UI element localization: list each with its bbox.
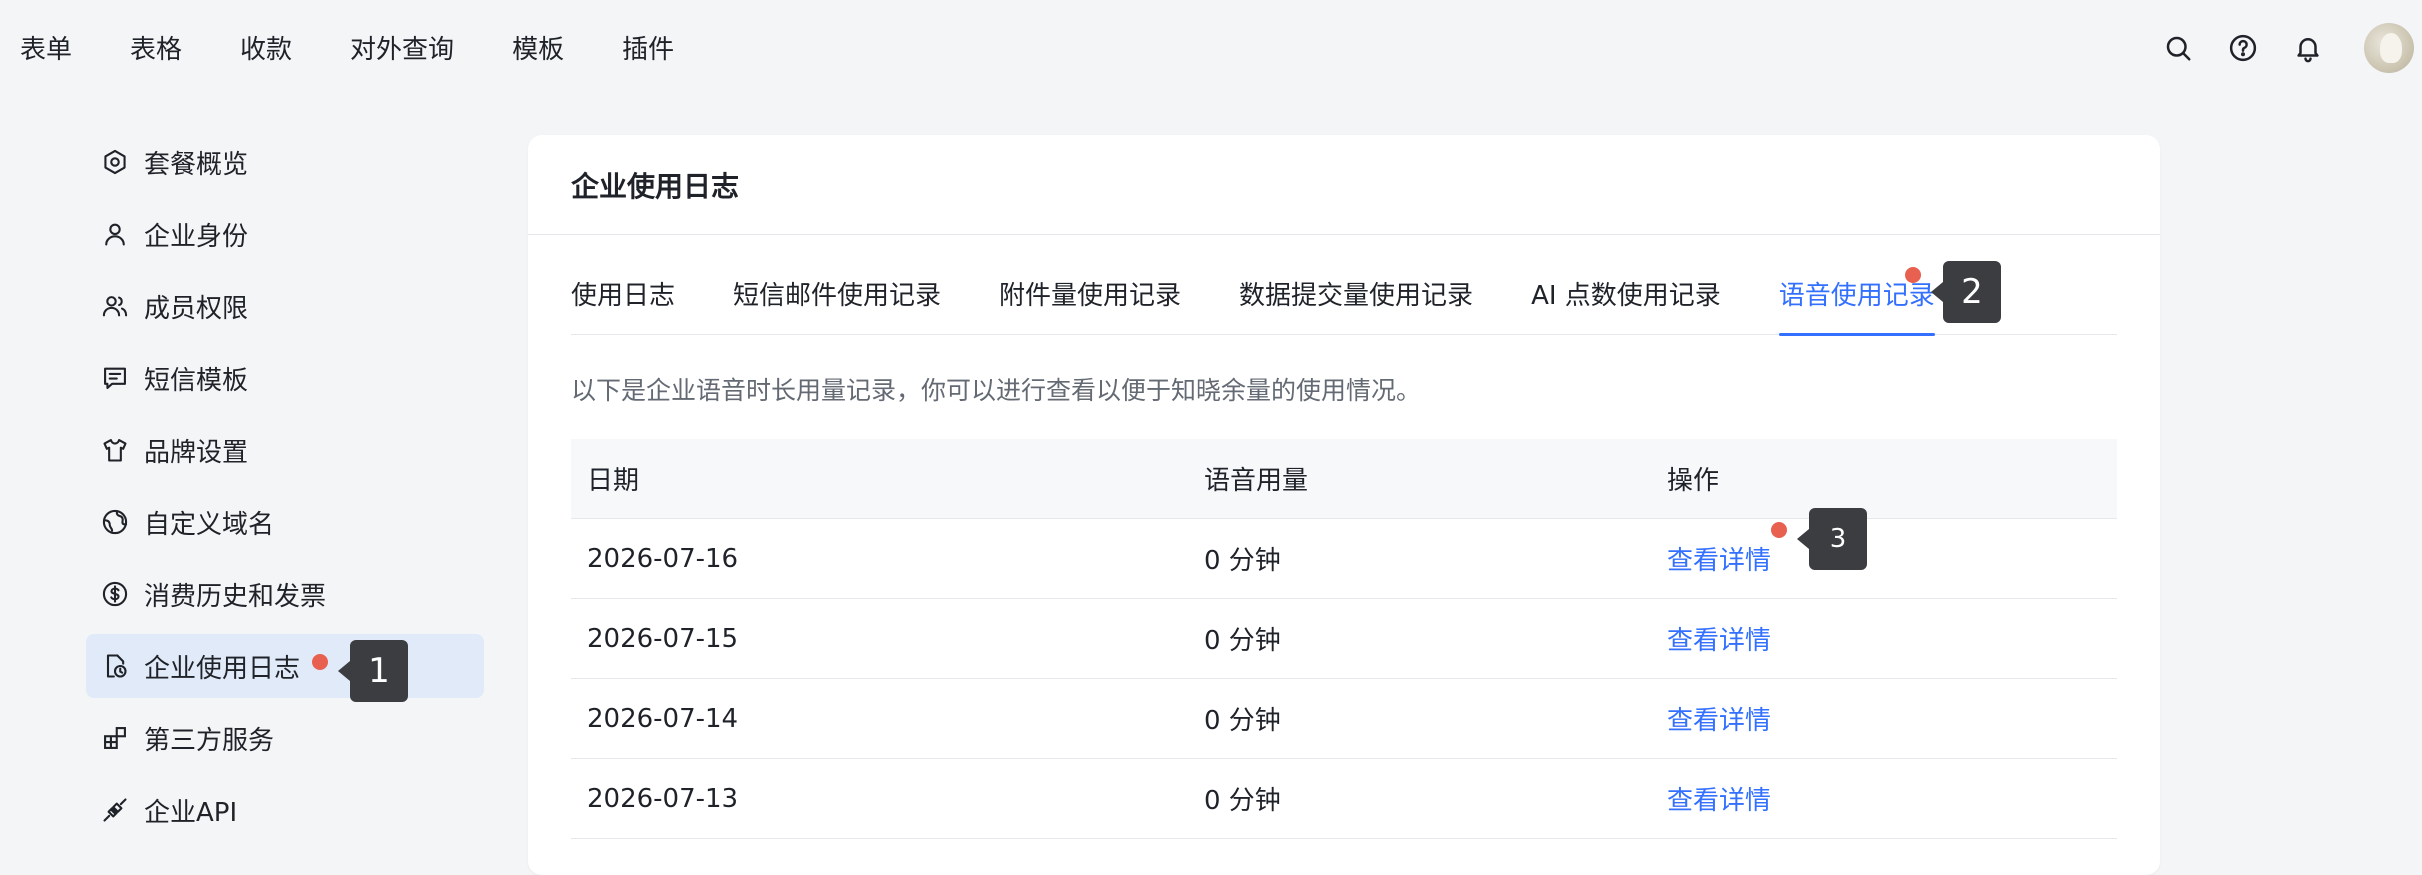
cell-date: 2026-07-14 [587,703,739,734]
usage-log-card: 企业使用日志 使用日志 短信邮件使用记录 附件量使用记录 数据提交量使用记录 A… [528,135,2160,875]
tab-data-submission-records[interactable]: 数据提交量使用记录 [1239,271,1473,335]
cell-action: 查看详情 [1651,780,1771,817]
page-title: 企业使用日志 [571,169,740,203]
cell-action: 查看详情 3 [1651,508,1867,577]
sidebar-item-label: 自定义域名 [144,509,275,540]
nav-item-table[interactable]: 表格 [130,29,182,66]
cell-action: 查看详情 [1651,620,1771,657]
sidebar-item-label: 套餐概览 [144,149,249,180]
cell-date: 2026-07-15 [587,623,739,654]
user-icon [100,219,130,249]
avatar[interactable] [2364,22,2414,73]
sidebar-item-brand-settings[interactable]: 品牌设置 [86,418,484,482]
sidebar-item-label: 消费历史和发票 [144,581,327,612]
sidebar-item-third-party-services[interactable]: 第三方服务 [86,706,484,770]
sidebar: 套餐概览 企业身份 成员权限 短信模板 品牌设置 自定义域名 消费历史和发票 企… [86,130,484,850]
sidebar-item-custom-domain[interactable]: 自定义域名 [86,490,484,554]
shirt-icon [100,435,130,465]
sidebar-item-label: 成员权限 [144,293,249,324]
view-details-link[interactable]: 查看详情 [1667,706,1771,736]
description-text: 以下是企业语音时长用量记录，你可以进行查看以便于知晓余量的使用情况。 [571,376,1422,405]
nav-item-plugins[interactable]: 插件 [622,29,674,66]
table-row: 2026-07-15 0 分钟 查看详情 [571,599,2117,679]
annotation-dot-1 [312,654,328,670]
members-icon [100,291,130,321]
column-header-actions: 操作 [1667,466,1720,496]
view-details-link[interactable]: 查看详情 [1667,546,1771,576]
nav-item-public-query[interactable]: 对外查询 [350,29,454,66]
column-header-date: 日期 [587,466,640,496]
tab-ai-points-records[interactable]: AI 点数使用记录 [1531,271,1721,335]
sidebar-item-plan-overview[interactable]: 套餐概览 [86,130,484,194]
nav-item-form[interactable]: 表单 [20,29,72,66]
top-navigation: 表单 表格 收款 对外查询 模板 插件 [0,0,2422,95]
cell-usage: 0 分钟 [1204,626,1281,656]
table-header: 日期 语音用量 操作 [571,439,2117,519]
annotation-callout-3: 3 [1797,508,1867,570]
sidebar-item-enterprise-api[interactable]: 企业API [86,778,484,842]
cell-usage: 0 分钟 [1204,786,1281,816]
sidebar-item-billing-history[interactable]: 消费历史和发票 [86,562,484,626]
bell-icon[interactable] [2293,33,2323,63]
sidebar-item-label: 企业使用日志 [144,653,301,684]
top-menu: 表单 表格 收款 对外查询 模板 插件 [0,29,732,66]
tab-sms-email-records[interactable]: 短信邮件使用记录 [733,271,941,335]
column-header-voice-usage: 语音用量 [1204,466,1309,496]
top-right-actions [2163,0,2422,95]
apps-icon [100,723,130,753]
cell-date: 2026-07-13 [587,783,739,814]
table-row: 2026-07-14 0 分钟 查看详情 [571,679,2117,759]
dollar-icon [100,579,130,609]
api-icon [100,795,130,825]
log-icon [100,651,130,681]
table-row: 2026-07-13 0 分钟 查看详情 [571,759,2117,839]
sidebar-item-enterprise-usage-log[interactable]: 企业使用日志 [86,634,484,698]
sidebar-item-sms-templates[interactable]: 短信模板 [86,346,484,410]
sidebar-item-label: 企业身份 [144,221,249,252]
tab-bar: 使用日志 短信邮件使用记录 附件量使用记录 数据提交量使用记录 AI 点数使用记… [571,261,2117,336]
package-icon [100,147,130,177]
annotation-dot-2 [1905,267,1921,283]
tab-attachment-records[interactable]: 附件量使用记录 [999,271,1181,335]
cell-usage: 0 分钟 [1204,706,1281,736]
view-details-link[interactable]: 查看详情 [1667,786,1771,816]
cell-action: 查看详情 [1651,700,1771,737]
sidebar-item-label: 短信模板 [144,365,249,396]
sidebar-item-enterprise-identity[interactable]: 企业身份 [86,202,484,266]
voice-usage-table: 日期 语音用量 操作 2026-07-16 0 分钟 查看详情 3 2026-0… [571,439,2117,839]
table-row: 2026-07-16 0 分钟 查看详情 3 [571,508,2117,599]
sidebar-item-label: 品牌设置 [144,437,249,468]
globe-icon [100,507,130,537]
sidebar-item-label: 企业API [144,797,238,828]
view-details-link[interactable]: 查看详情 [1667,626,1771,656]
tab-usage-log[interactable]: 使用日志 [571,271,675,335]
sidebar-item-label: 第三方服务 [144,725,275,756]
search-icon[interactable] [2163,33,2193,63]
help-icon[interactable] [2228,33,2258,63]
nav-item-templates[interactable]: 模板 [512,29,564,66]
annotation-callout-2: 2 [1931,261,2001,323]
nav-item-payment[interactable]: 收款 [240,29,292,66]
cell-usage: 0 分钟 [1204,546,1281,576]
cell-date: 2026-07-16 [587,543,739,574]
message-icon [100,363,130,393]
card-header: 企业使用日志 [528,135,2160,235]
annotation-callout-1: 1 [338,640,408,702]
sidebar-item-member-permissions[interactable]: 成员权限 [86,274,484,338]
annotation-dot-3 [1771,522,1787,538]
